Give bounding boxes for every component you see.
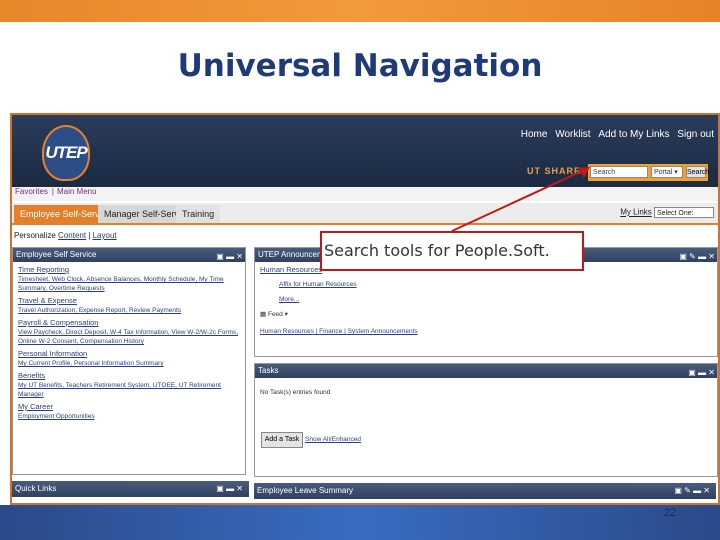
search-callout: Search tools for People.Soft. <box>320 231 584 271</box>
bottom-bar <box>0 505 720 540</box>
page-number: 22 <box>664 507 677 519</box>
callout-arrow-line <box>451 170 583 232</box>
